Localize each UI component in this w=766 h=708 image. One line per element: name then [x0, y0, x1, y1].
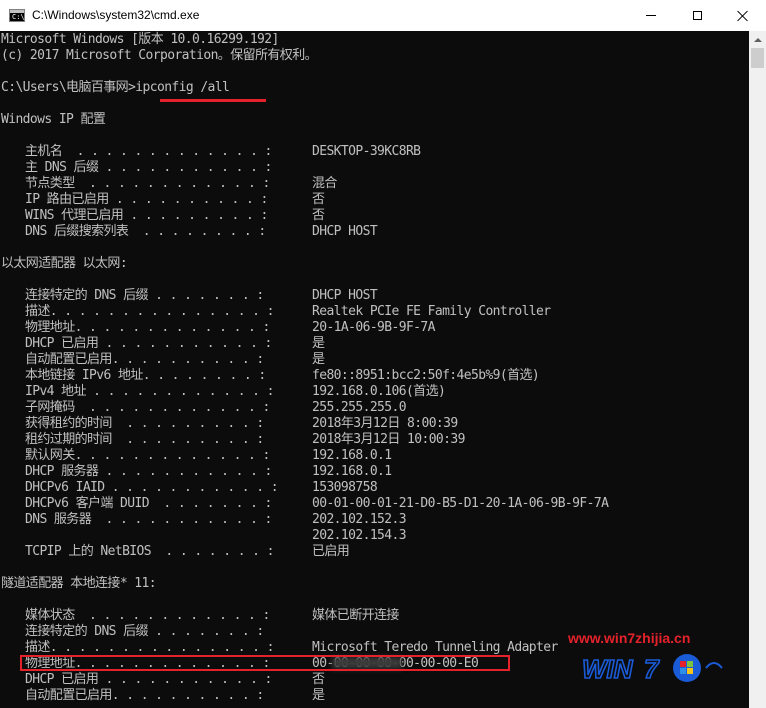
field-label: DNS 服务器 . . . . . . . . . . . : — [25, 512, 272, 527]
window-title: C:\Windows\system32\cmd.exe — [32, 8, 200, 22]
field-value: 2018年3月12日 8:00:39 — [312, 416, 458, 431]
section-title-ethernet: 以太网适配器 以太网: — [1, 256, 128, 271]
field-value: 否 — [312, 208, 325, 223]
field-label: DNS 后缀搜索列表 . . . . . . . . : — [25, 224, 266, 239]
field-label: DHCP 服务器 . . . . . . . . . . . : — [25, 464, 272, 479]
field-value: 混合 — [312, 176, 337, 191]
field-value: 是 — [312, 352, 325, 367]
field-label: 描述. . . . . . . . . . . . . . . : — [25, 640, 274, 655]
version-line: Microsoft Windows [版本 10.0.16299.192] — [1, 32, 279, 47]
field-label: 自动配置已启用. . . . . . . . . . : — [25, 352, 264, 367]
field-label: DHCPv6 IAID . . . . . . . . . . . : — [25, 480, 279, 495]
scroll-thumb[interactable] — [751, 48, 764, 68]
field-label: 节点类型 . . . . . . . . . . . . : — [25, 176, 270, 191]
field-value: 202.102.154.3 — [312, 528, 407, 543]
field-value: 192.168.0.1 — [312, 448, 392, 463]
maximize-button[interactable] — [674, 0, 720, 31]
field-label: 描述. . . . . . . . . . . . . . . : — [25, 304, 274, 319]
field-value: 192.168.0.106(首选) — [312, 384, 446, 399]
cmd-icon: C:\ — [9, 9, 25, 22]
field-value: DHCP HOST — [312, 288, 378, 303]
field-value: 202.102.152.3 — [312, 512, 407, 527]
maximize-icon — [692, 11, 702, 20]
minimize-icon — [646, 15, 656, 16]
field-label: DHCP 已启用 . . . . . . . . . . . : — [25, 336, 272, 351]
console-output[interactable]: Microsoft Windows [版本 10.0.16299.192] (c… — [0, 31, 749, 708]
field-value: 否 — [312, 192, 325, 207]
command-text: ipconfig /all — [135, 80, 230, 95]
field-label: 连接特定的 DNS 后缀 . . . . . . . : — [25, 288, 264, 303]
field-label: 获得租约的时间 . . . . . . . . . : — [25, 416, 264, 431]
prompt: C:\Users\电脑百事网> — [1, 80, 136, 95]
chevron-up-icon — [753, 37, 762, 42]
field-label: IPv4 地址 . . . . . . . . . . . . : — [25, 384, 274, 399]
section-title-tunnel: 隧道适配器 本地连接* 11: — [1, 576, 157, 591]
section-title-windows-ip: Windows IP 配置 — [1, 112, 106, 127]
field-value: 否 — [312, 672, 325, 687]
svg-text:7: 7 — [644, 654, 660, 684]
command-highlight-underline — [160, 99, 266, 102]
field-label: 主 DNS 后缀 . . . . . . . . . . . : — [25, 160, 272, 175]
field-label: 子网掩码 . . . . . . . . . . . . : — [25, 400, 270, 415]
field-label: IP 路由已启用 . . . . . . . . . . : — [25, 192, 268, 207]
field-label: 租约过期的时间 . . . . . . . . . : — [25, 432, 264, 447]
field-label: 自动配置已启用. . . . . . . . . . : — [25, 688, 264, 703]
field-label: 物理地址. . . . . . . . . . . . . : — [25, 320, 270, 335]
field-label: 默认网关. . . . . . . . . . . . . : — [25, 448, 270, 463]
svg-text:WIN: WIN — [582, 654, 634, 684]
field-label: TCPIP 上的 NetBIOS . . . . . . . : — [25, 544, 274, 559]
field-label: 媒体状态 . . . . . . . . . . . . : — [25, 608, 270, 623]
scroll-up-button[interactable] — [749, 31, 766, 48]
field-value: 媒体已断开连接 — [312, 608, 399, 623]
field-value: DESKTOP-39KC8RB — [312, 144, 421, 159]
close-icon — [737, 10, 749, 22]
vertical-scrollbar[interactable] — [749, 31, 766, 708]
title-bar[interactable]: C:\ C:\Windows\system32\cmd.exe — [0, 0, 766, 32]
field-value: 20-1A-06-9B-9F-7A — [312, 320, 435, 335]
field-value: 已启用 — [312, 544, 350, 559]
field-value: 153098758 — [312, 480, 378, 495]
field-value: 是 — [312, 336, 325, 351]
command-line: C:\Users\电脑百事网>ipconfig /all — [1, 80, 230, 96]
field-value: 255.255.255.0 — [312, 400, 407, 415]
field-label: 连接特定的 DNS 后缀 . . . . . . . : — [25, 624, 264, 639]
field-value: 192.168.0.1 — [312, 464, 392, 479]
field-label: WINS 代理已启用 . . . . . . . . . : — [25, 208, 268, 223]
field-value: 是 — [312, 688, 325, 703]
field-label: DHCPv6 客户端 DUID . . . . . . . : — [25, 496, 272, 511]
field-value: DHCP HOST — [312, 224, 378, 239]
watermark-url: www.win7zhijia.cn — [568, 630, 691, 646]
close-button[interactable] — [720, 0, 766, 31]
physical-address-highlight-box — [20, 655, 510, 671]
field-value: 00-01-00-01-21-D0-B5-D1-20-1A-06-9B-9F-7… — [312, 496, 609, 511]
field-label: DHCP 已启用 . . . . . . . . . . . : — [25, 672, 272, 687]
field-label: 主机名 . . . . . . . . . . . . . : — [25, 144, 272, 159]
field-label: 本地链接 IPv6 地址. . . . . . . . : — [25, 368, 266, 383]
copyright-line: (c) 2017 Microsoft Corporation。保留所有权利。 — [1, 48, 318, 63]
field-value: 2018年3月12日 10:00:39 — [312, 432, 465, 447]
win7-logo-icon: WIN 7 — [582, 653, 723, 685]
field-value: Realtek PCIe FE Family Controller — [312, 304, 551, 319]
field-value: Microsoft Teredo Tunneling Adapter — [312, 640, 558, 655]
field-value: fe80::8951:bcc2:50f:4e5b%9(首选) — [312, 368, 540, 383]
minimize-button[interactable] — [628, 0, 674, 31]
